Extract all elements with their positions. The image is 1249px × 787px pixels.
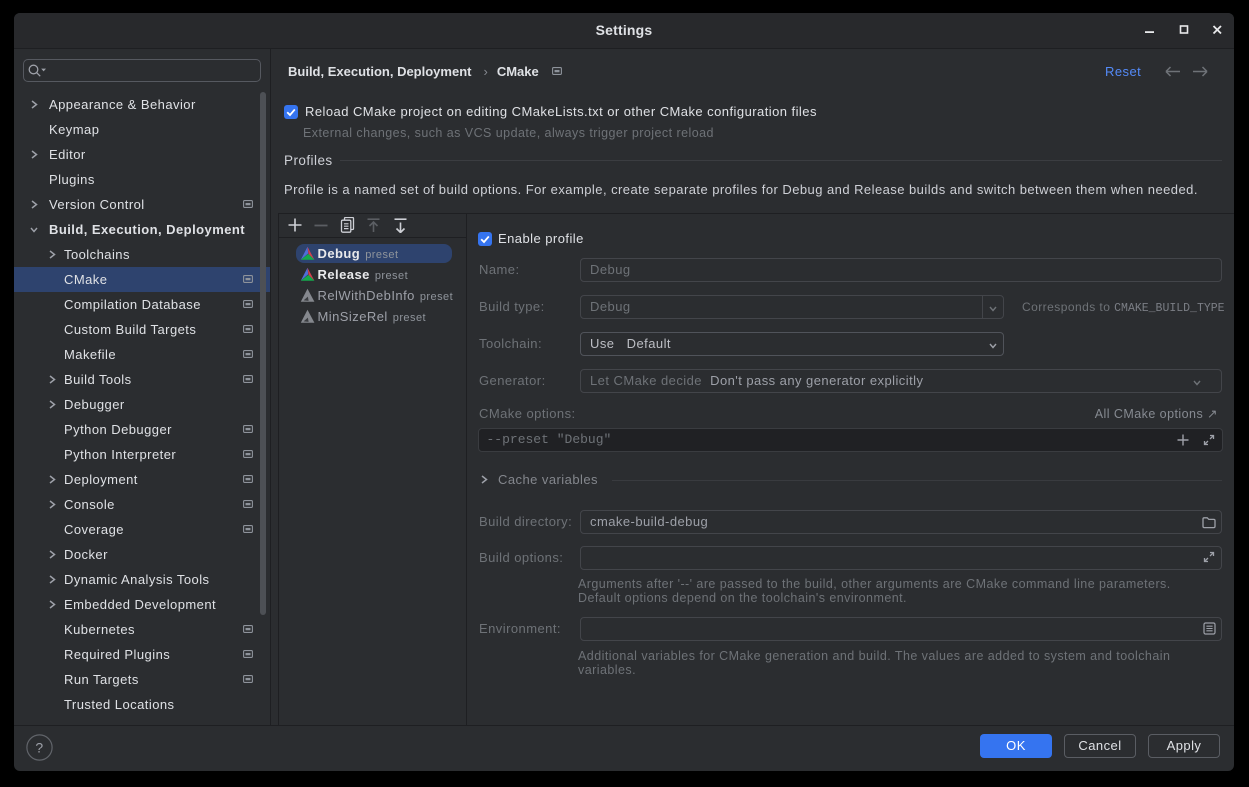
svg-text:?: ?	[35, 740, 43, 756]
